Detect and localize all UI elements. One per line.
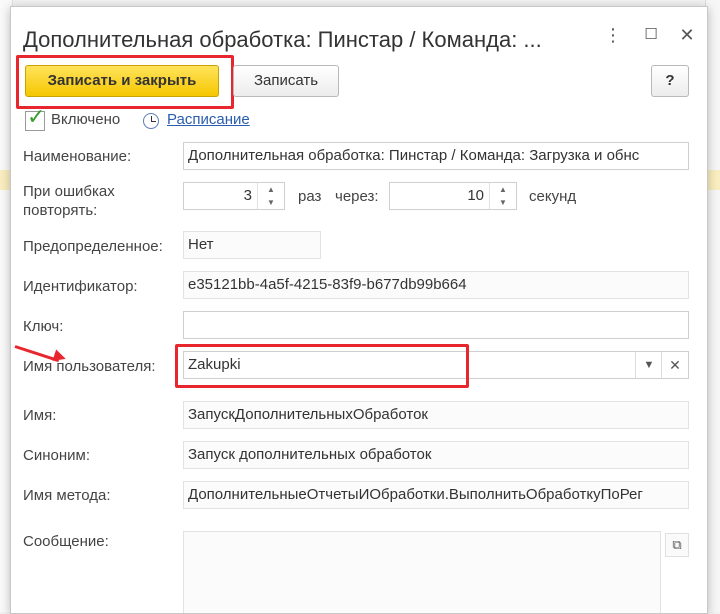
retry-times-label: раз — [298, 188, 322, 205]
highlight-username — [175, 344, 469, 388]
predefined-label: Предопределенное: — [23, 238, 163, 255]
synonym-label: Синоним: — [23, 447, 90, 464]
window-title: Дополнительная обработка: Пинстар / Кома… — [23, 27, 542, 52]
retry-label-line2: повторять: — [23, 202, 98, 219]
key-input[interactable] — [183, 311, 689, 339]
predefined-field: Нет — [183, 231, 321, 259]
open-editor-icon[interactable]: ⧉ — [665, 533, 689, 557]
identifier-field: e35121bb-4a5f-4215-83f9-b677db99b664 — [183, 271, 689, 299]
retry-count-input[interactable]: 3 ▲ ▼ — [183, 182, 285, 210]
name-field[interactable]: Дополнительная обработка: Пинстар / Кома… — [183, 142, 689, 170]
dialog-window: Дополнительная обработка: Пинстар / Кома… — [10, 6, 708, 614]
identifier-label: Идентификатор: — [23, 278, 138, 295]
more-vertical-icon[interactable]: ⋮ — [599, 21, 627, 49]
synonym-field: Запуск дополнительных обработок — [183, 441, 689, 469]
retry-count-value: 3 — [243, 187, 252, 204]
clock-icon — [143, 113, 159, 129]
help-button[interactable]: ? — [651, 65, 689, 97]
retry-interval-stepper[interactable]: ▲ ▼ — [489, 183, 516, 209]
highlight-save-close — [16, 55, 234, 109]
schedule-link[interactable]: Расписание — [167, 111, 250, 128]
background-highlight-right — [706, 170, 720, 190]
retry-interval-input[interactable]: 10 ▲ ▼ — [389, 182, 517, 210]
enabled-checkbox[interactable]: ✓ — [25, 104, 45, 131]
name-label: Наименование: — [23, 148, 132, 165]
method-name-field: ЗапускДополнительныхОбработок — [183, 401, 689, 429]
checkmark-icon: ✓ — [27, 104, 46, 129]
message-textarea[interactable] — [183, 531, 661, 613]
clear-icon[interactable]: ✕ — [661, 352, 688, 378]
enabled-label: Включено — [51, 111, 121, 128]
retry-interval-value: 10 — [467, 187, 484, 204]
retry-label-line1: При ошибках — [23, 183, 115, 200]
message-label: Сообщение: — [23, 533, 109, 550]
retry-interval-label: через: — [335, 188, 379, 205]
method-field: ДополнительныеОтчетыИОбработки.Выполнить… — [183, 481, 689, 509]
maximize-icon[interactable]: ☐ — [637, 21, 665, 49]
retry-count-stepper[interactable]: ▲ ▼ — [257, 183, 284, 209]
close-icon[interactable]: ✕ — [673, 21, 701, 49]
retry-seconds-label: секунд — [529, 188, 577, 205]
chevron-down-icon[interactable]: ▼ — [635, 352, 662, 378]
username-label: Имя пользователя: — [23, 358, 156, 375]
save-button[interactable]: Записать — [233, 65, 339, 97]
method-label: Имя метода: — [23, 487, 111, 504]
method-name-label: Имя: — [23, 407, 57, 424]
key-label: Ключ: — [23, 318, 64, 335]
